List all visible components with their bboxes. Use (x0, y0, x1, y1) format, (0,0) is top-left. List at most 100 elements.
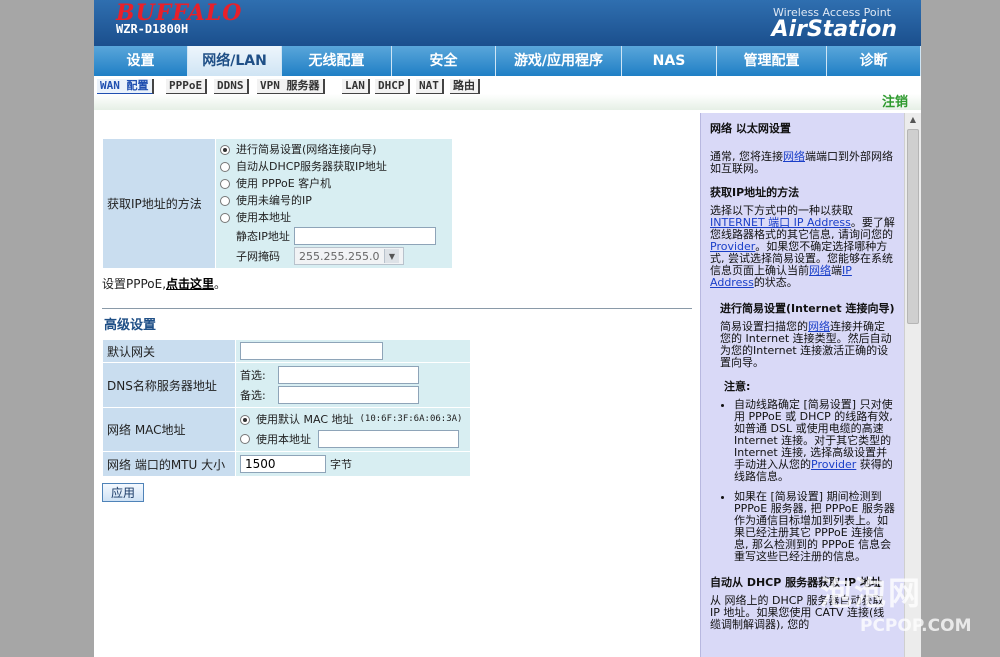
help-easy-title: 进行简易设置(Internet 连接向导) (720, 302, 895, 315)
mac-default-value: (10:6F:3F:6A:06:3A) (359, 414, 463, 424)
sub-nav: WAN 配置 PPPoE DDNS VPN 服务器 LAN DHCP NAT 路… (94, 76, 921, 95)
help-provider-link-2[interactable]: Provider (811, 458, 856, 471)
advanced-settings-table: 默认网关 DNS名称服务器地址 首选: 备选: 网络 MAC地址 使用默认 MA… (102, 339, 471, 477)
mac-label: 网络 MAC地址 (102, 407, 236, 452)
nav-tab-diagnostics[interactable]: 诊断 (827, 46, 921, 76)
nav-tab-setup[interactable]: 设置 (94, 46, 188, 76)
mtu-label: 网络 端口的MTU 大小 (102, 451, 236, 477)
help-method-text-4: 端 (831, 264, 842, 277)
radio-icon[interactable] (220, 178, 230, 189)
mtu-row: 字节 (240, 454, 466, 474)
mac-custom-row[interactable]: 使用本地址 (240, 429, 466, 449)
ip-method-label: 获取IP地址的方法 (102, 138, 216, 269)
ip-method-options: 进行简易设置(网络连接向导) 自动从DHCP服务器获取IP地址 使用 PPPoE… (215, 138, 453, 269)
dns-secondary-input[interactable] (278, 386, 419, 404)
help-network-link[interactable]: 网络 (783, 150, 805, 163)
mtu-unit: 字节 (330, 457, 352, 471)
ip-option-static[interactable]: 使用本地址 (220, 209, 448, 226)
static-ip-label: 静态IP地址 (236, 229, 290, 243)
mac-default-row[interactable]: 使用默认 MAC 地址 (10:6F:3F:6A:06:3A) (240, 410, 466, 429)
nav-tab-network-lan[interactable]: 网络/LAN (188, 46, 282, 76)
subtab-nat[interactable]: NAT (416, 79, 444, 95)
dns-label: DNS名称服务器地址 (102, 362, 236, 408)
subnet-value: 255.255.255.0 (299, 249, 380, 263)
help-note-item: 如果在 [简易设置] 期间检测到 PPPoE 服务器, 把 PPPoE 服务器作… (734, 491, 895, 563)
airstation-logo: AirStation (771, 17, 897, 42)
ip-option-dhcp[interactable]: 自动从DHCP服务器获取IP地址 (220, 158, 448, 175)
help-network-link-2[interactable]: 网络 (809, 264, 831, 277)
ip-option-unnumbered-label: 使用未编号的IP (236, 194, 312, 207)
gateway-label: 默认网关 (102, 339, 236, 363)
pppoe-hint-suffix: 。 (214, 277, 227, 291)
help-method-text: 选择以下方式中的一种以获取INTERNET 端口 IP Address。要了解您… (710, 205, 895, 289)
radio-icon[interactable] (220, 144, 230, 155)
dns-primary-row: 首选: (240, 365, 466, 385)
subtab-lan[interactable]: LAN (342, 79, 370, 95)
ip-method-table: 获取IP地址的方法 进行简易设置(网络连接向导) 自动从DHCP服务器获取IP地… (102, 138, 453, 269)
logout-bar (94, 94, 921, 110)
static-ip-input[interactable] (294, 227, 436, 245)
subnet-label: 子网掩码 (236, 249, 280, 263)
subnet-select[interactable]: 255.255.255.0 ▼ (294, 247, 404, 265)
ip-option-easy[interactable]: 进行简易设置(网络连接向导) (220, 141, 448, 158)
help-note-list: 自动线路确定 [简易设置] 只对使用 PPPoE 或 DHCP 的线路有效, 如… (720, 399, 895, 563)
ip-option-easy-label: 进行简易设置(网络连接向导) (236, 143, 377, 156)
radio-icon[interactable] (240, 434, 250, 444)
section-divider (102, 308, 692, 309)
scroll-thumb[interactable] (907, 129, 919, 324)
ip-option-pppoe-label: 使用 PPPoE 客户机 (236, 177, 332, 190)
apply-button[interactable]: 应用 (102, 483, 144, 502)
subtab-ddns[interactable]: DDNS (214, 79, 249, 95)
scroll-up-arrow-icon[interactable]: ▲ (907, 115, 919, 127)
pppoe-click-here-link[interactable]: 点击这里 (166, 277, 214, 291)
radio-icon[interactable] (240, 414, 250, 425)
nav-tab-wireless[interactable]: 无线配置 (282, 46, 392, 76)
mtu-input[interactable] (240, 455, 326, 473)
dns-primary-label: 首选: (240, 368, 266, 382)
ip-option-static-label: 使用本地址 (236, 211, 291, 224)
nav-tab-security[interactable]: 安全 (392, 46, 496, 76)
subtab-vpn-server[interactable]: VPN 服务器 (257, 79, 325, 95)
nav-tab-nas[interactable]: NAS (622, 46, 717, 76)
nav-tab-admin[interactable]: 管理配置 (717, 46, 827, 76)
radio-icon[interactable] (220, 195, 230, 206)
router-admin-page: BUFFALO WZR-D1800H Wireless Access Point… (94, 0, 921, 657)
help-easy-text: 简易设置扫描您的网络连接并确定您的 Internet 连接类型。然后自动为您的I… (720, 321, 895, 369)
dns-cell: 首选: 备选: (235, 362, 471, 408)
help-note-item: 自动线路确定 [简易设置] 只对使用 PPPoE 或 DHCP 的线路有效, 如… (734, 399, 895, 483)
dns-secondary-label: 备选: (240, 388, 266, 402)
radio-icon[interactable] (220, 161, 230, 172)
dns-secondary-row: 备选: (240, 385, 466, 405)
gateway-input[interactable] (240, 342, 383, 360)
subtab-wan-config[interactable]: WAN 配置 (97, 79, 154, 95)
right-backdrop (921, 0, 1000, 657)
watermark-logo: 泡泡网 (820, 574, 923, 612)
mtu-cell: 字节 (235, 451, 471, 477)
radio-icon[interactable] (220, 212, 230, 223)
static-ip-row: 静态IP地址 (220, 226, 448, 246)
mac-default-label: 使用默认 MAC 地址 (256, 413, 354, 426)
wan-settings-form: 获取IP地址的方法 进行简易设置(网络连接向导) 自动从DHCP服务器获取IP地… (102, 138, 697, 502)
model-name: WZR-D1800H (116, 22, 189, 36)
subtab-dhcp[interactable]: DHCP (375, 79, 410, 95)
main-nav: 设置 网络/LAN 无线配置 安全 游戏/应用程序 NAS 管理配置 诊断 (94, 46, 921, 76)
subtab-pppoe[interactable]: PPPoE (166, 79, 208, 95)
watermark-site: PCPOP.COM (860, 616, 972, 636)
ip-option-dhcp-label: 自动从DHCP服务器获取IP地址 (236, 160, 387, 173)
logout-link[interactable]: 注销 (882, 91, 908, 110)
ip-option-unnumbered[interactable]: 使用未编号的IP (220, 192, 448, 209)
help-method-text-5: 的状态。 (753, 276, 798, 289)
chevron-down-icon[interactable]: ▼ (384, 249, 399, 263)
header-banner: BUFFALO WZR-D1800H Wireless Access Point… (94, 0, 921, 46)
ip-option-pppoe[interactable]: 使用 PPPoE 客户机 (220, 175, 448, 192)
subtab-routing[interactable]: 路由 (450, 79, 480, 95)
subnet-row: 子网掩码 255.255.255.0 ▼ (220, 246, 448, 266)
help-easy-section: 进行简易设置(Internet 连接向导) 简易设置扫描您的网络连接并确定您的 … (710, 303, 895, 563)
advanced-settings-title: 高级设置 (104, 318, 157, 333)
mac-cell: 使用默认 MAC 地址 (10:6F:3F:6A:06:3A) 使用本地址 (235, 407, 471, 452)
dns-primary-input[interactable] (278, 366, 419, 384)
left-backdrop (0, 0, 94, 657)
mac-custom-label: 使用本地址 (256, 432, 311, 446)
mac-custom-input[interactable] (318, 430, 459, 448)
nav-tab-games-apps[interactable]: 游戏/应用程序 (496, 46, 622, 76)
